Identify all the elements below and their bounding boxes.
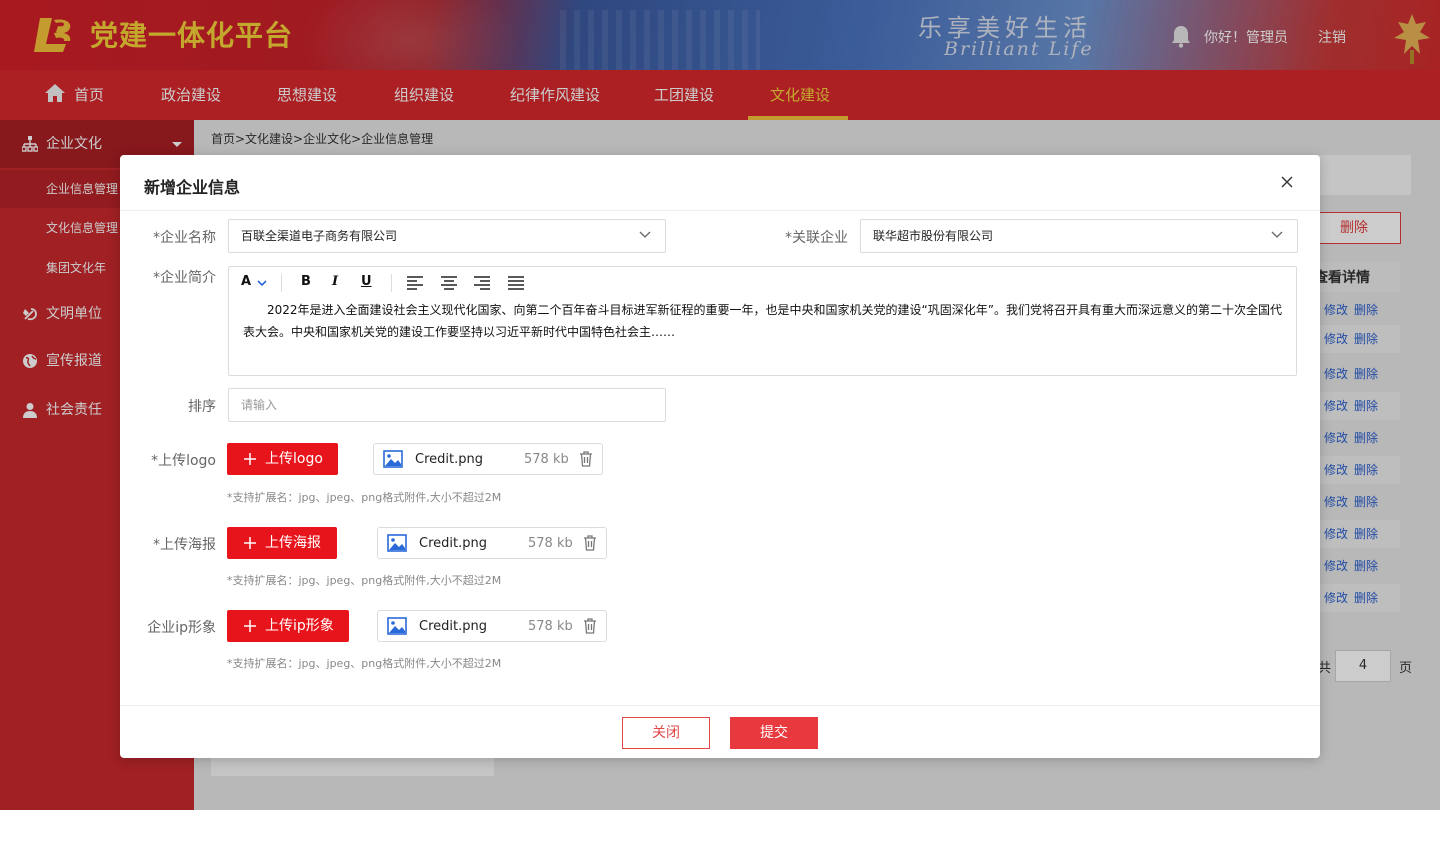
file-name: Credit.png (419, 536, 487, 551)
uploaded-file-logo: Credit.png 578 kb (373, 443, 603, 475)
sort-input[interactable]: 请输入 (228, 388, 666, 422)
chevron-down-icon (1271, 231, 1283, 238)
intro-rich-text-editor[interactable]: A B I U 2022年是进入全面建设社会主义现代化国家、向第二个百年奋斗目标… (228, 266, 1297, 376)
modal-title: 新增企业信息 (144, 178, 241, 197)
related-company-select[interactable]: 联华超市股份有限公司 (860, 219, 1298, 253)
company-name-label: *企业名称 (153, 230, 216, 246)
align-left-icon[interactable] (406, 274, 424, 292)
upload-poster-label: *上传海报 (153, 537, 216, 553)
upload-ip-hint: *支持扩展名：jpg、jpeg、png格式附件,大小不超过2M (227, 657, 502, 670)
sort-label: 排序 (188, 399, 216, 415)
submit-button[interactable]: 提交 (730, 717, 818, 749)
plus-icon (244, 537, 256, 549)
plus-icon (244, 453, 256, 465)
intro-text[interactable]: 2022年是进入全面建设社会主义现代化国家、向第二个百年奋斗目标进军新征程的重要… (243, 299, 1283, 343)
file-size: 578 kb (524, 452, 569, 467)
chevron-down-icon (257, 280, 267, 287)
align-center-icon[interactable] (440, 274, 458, 292)
uploaded-file-poster: Credit.png 578 kb (377, 527, 607, 559)
company-name-select[interactable]: 百联全渠道电子商务有限公司 (228, 219, 666, 253)
image-file-icon (387, 534, 407, 552)
trash-icon[interactable] (579, 451, 593, 467)
align-right-icon[interactable] (473, 274, 491, 292)
underline-button[interactable]: U (361, 274, 372, 292)
image-file-icon (387, 617, 407, 635)
file-name: Credit.png (415, 452, 483, 467)
upload-ip-button[interactable]: 上传ip形象 (227, 610, 349, 642)
upload-poster-hint: *支持扩展名：jpg、jpeg、png格式附件,大小不超过2M (227, 574, 502, 587)
chevron-down-icon (639, 231, 651, 238)
upload-logo-button[interactable]: 上传logo (227, 443, 338, 475)
file-size: 578 kb (528, 536, 573, 551)
bold-button[interactable]: B (301, 274, 311, 292)
company-name-value: 百联全渠道电子商务有限公司 (241, 229, 398, 243)
file-name: Credit.png (419, 619, 487, 634)
intro-label: *企业简介 (153, 270, 216, 286)
font-color-button[interactable]: A (241, 274, 267, 292)
related-company-label: *关联企业 (785, 230, 848, 246)
plus-icon (244, 620, 256, 632)
align-justify-icon[interactable] (507, 274, 525, 292)
trash-icon[interactable] (583, 535, 597, 551)
app-root: 党建一体化平台 乐享美好生活 Brilliant Life 你好！管理员 注销 … (0, 0, 1440, 866)
upload-ip-label: 企业ip形象 (147, 620, 216, 636)
upload-poster-button[interactable]: 上传海报 (227, 527, 337, 559)
image-file-icon (383, 450, 403, 468)
uploaded-file-ip: Credit.png 578 kb (377, 610, 607, 642)
upload-logo-label: *上传logo (151, 453, 216, 469)
trash-icon[interactable] (583, 618, 597, 634)
page-footer (0, 810, 1440, 866)
add-company-modal: 新增企业信息 *企业名称 百联全渠道电子商务有限公司 *关联企业 联华超市股份有… (120, 155, 1320, 758)
related-company-value: 联华超市股份有限公司 (873, 229, 994, 243)
close-button[interactable]: 关闭 (622, 717, 710, 749)
file-size: 578 kb (528, 619, 573, 634)
upload-logo-hint: *支持扩展名：jpg、jpeg、png格式附件,大小不超过2M (227, 491, 502, 504)
close-icon[interactable] (1280, 175, 1294, 189)
italic-button[interactable]: I (332, 274, 338, 292)
